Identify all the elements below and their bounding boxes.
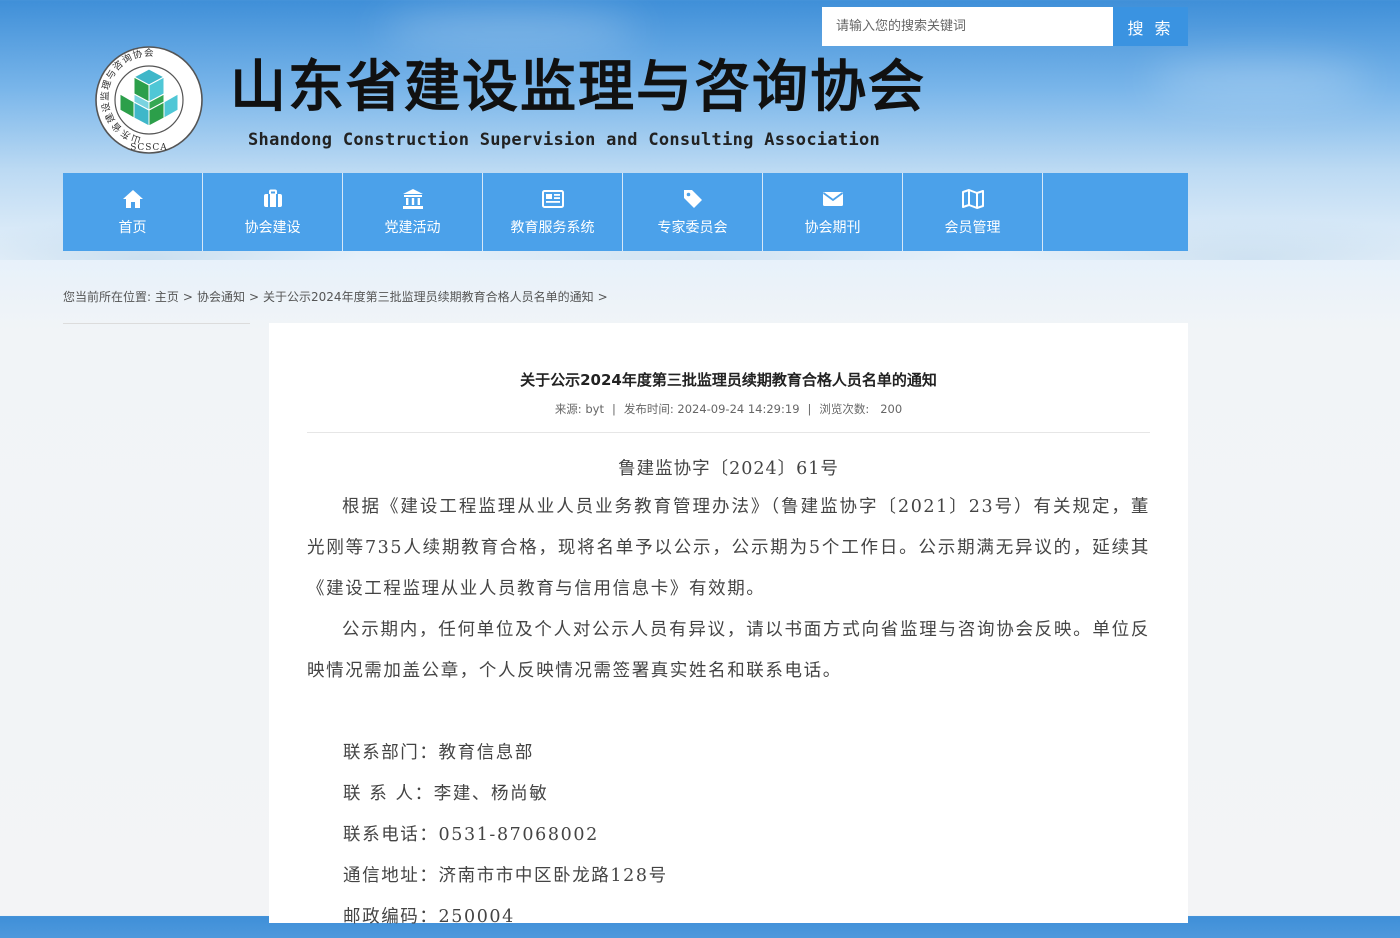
nav-empty-slot <box>1043 173 1188 251</box>
breadcrumb-link-current[interactable]: 关于公示2024年度第三批监理员续期教育合格人员名单的通知 <box>263 290 594 304</box>
breadcrumb-separator: > <box>248 290 260 304</box>
breadcrumb-prefix: 您当前所在位置: <box>63 290 152 304</box>
article-panel: 关于公示2024年度第三批监理员续期教育合格人员名单的通知 来源: byt | 发布… <box>269 323 1188 927</box>
nav-item-party[interactable]: 党建活动 <box>343 173 483 251</box>
document-number: 鲁建监协字〔2024〕61号 <box>618 459 839 479</box>
home-icon <box>121 187 145 211</box>
envelope-icon <box>821 187 845 211</box>
nav-item-education[interactable]: 教育服务系统 <box>483 173 623 251</box>
article-views-label: 浏览次数: <box>819 402 870 416</box>
main-nav: 首页 协会建设 党建活动 教育服务系统 专家委员会 协会期刊 会员管理 <box>63 173 1188 251</box>
article-paragraph: 公示期内，任何单位及个人对公示人员有异议，请以书面方式向省监理与咨询协会反映。单… <box>307 620 1150 681</box>
contact-postcode: 邮政编码：250004 <box>343 907 515 927</box>
article-source: 来源: byt <box>554 402 604 416</box>
contact-department: 联系部门：教育信息部 <box>343 743 534 763</box>
nav-item-label: 协会期刊 <box>804 220 861 236</box>
sidebar-divider <box>63 323 250 324</box>
search-bar: 搜 索 <box>822 7 1188 46</box>
site-title: 山东省建设监理与咨询协会 <box>230 54 926 120</box>
nav-item-members[interactable]: 会员管理 <box>903 173 1043 251</box>
briefcase-icon <box>261 187 285 211</box>
article-views-count: 200 <box>880 402 903 416</box>
contact-address: 通信地址：济南市市中区卧龙路128号 <box>343 866 668 886</box>
breadcrumb-link-notices[interactable]: 协会通知 <box>197 290 245 304</box>
nav-item-label: 教育服务系统 <box>510 220 595 236</box>
nav-item-label: 专家委员会 <box>657 220 728 236</box>
newspaper-icon <box>541 187 565 211</box>
contact-phone: 联系电话：0531-87068002 <box>343 825 599 845</box>
article-divider <box>307 432 1150 433</box>
svg-text:SCSCA: SCSCA <box>130 143 168 153</box>
article-published-time: 发布时间: 2024-09-24 14:29:19 <box>623 402 800 416</box>
tag-icon <box>681 187 705 211</box>
article-paragraph: 根据《建设工程监理从业人员业务教育管理办法》（鲁建监协字〔2021〕23号）有关… <box>307 497 1150 599</box>
contact-info: 联系部门：教育信息部 联 系 人：李建、杨尚敏 联系电话：0531-870680… <box>307 733 1150 938</box>
nav-item-home[interactable]: 首页 <box>63 173 203 251</box>
breadcrumb-separator: > <box>182 290 193 304</box>
search-button[interactable]: 搜 索 <box>1113 7 1188 46</box>
site-subtitle: Shandong Construction Supervision and Co… <box>248 130 881 150</box>
nav-item-association[interactable]: 协会建设 <box>203 173 343 251</box>
nav-item-label: 首页 <box>118 220 147 236</box>
breadcrumb-separator: > <box>597 290 608 304</box>
nav-item-label: 党建活动 <box>384 220 441 236</box>
article-meta: 来源: byt | 发布时间: 2024-09-24 14:29:19 | 浏览次数: … <box>554 402 903 416</box>
nav-item-journal[interactable]: 协会期刊 <box>763 173 903 251</box>
map-icon <box>961 187 985 211</box>
breadcrumb-link-home[interactable]: 主页 <box>155 290 179 304</box>
article-title: 关于公示2024年度第三批监理员续期教育合格人员名单的通知 <box>520 371 937 389</box>
association-logo[interactable]: 山东省建设监理与咨询协会 SCSCA <box>94 42 204 158</box>
nav-item-label: 会员管理 <box>944 220 1001 236</box>
contact-person: 联 系 人：李建、杨尚敏 <box>343 784 549 804</box>
article-body: 鲁建监协字〔2024〕61号 根据《建设工程监理从业人员业务教育管理办法》（鲁建… <box>307 451 1150 938</box>
institution-icon <box>401 187 425 211</box>
background-cloud <box>380 10 640 50</box>
background-cloud <box>1150 60 1370 100</box>
nav-item-experts[interactable]: 专家委员会 <box>623 173 763 251</box>
search-input[interactable] <box>822 7 1113 46</box>
breadcrumb: 您当前所在位置: 主页 > 协会通知 > 关于公示2024年度第三批监理员续期教育合格人… <box>63 288 612 305</box>
nav-item-label: 协会建设 <box>244 220 301 236</box>
